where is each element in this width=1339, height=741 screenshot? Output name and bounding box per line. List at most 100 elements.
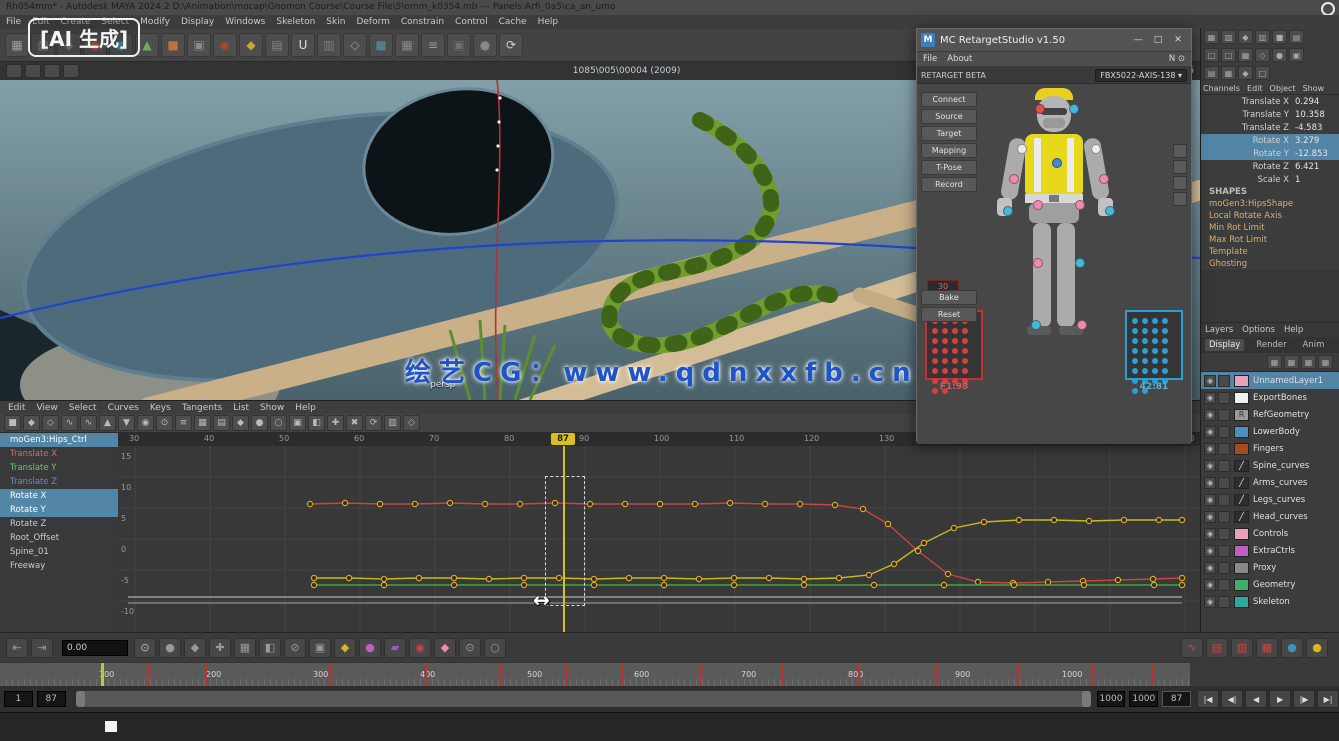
- keyframe[interactable]: [832, 502, 837, 507]
- layer-color-chip[interactable]: [1234, 562, 1249, 574]
- playback-icon[interactable]: ●: [359, 638, 381, 658]
- keyframe[interactable]: [1045, 579, 1050, 584]
- keyframe[interactable]: [587, 501, 592, 506]
- layer-menu-item[interactable]: Options: [1242, 325, 1275, 335]
- command-line-bar[interactable]: [0, 712, 1339, 741]
- layer-playback-toggle[interactable]: [1218, 392, 1230, 404]
- layer-row[interactable]: ◉Proxy: [1201, 559, 1339, 576]
- retarget-button[interactable]: Reset: [921, 307, 977, 322]
- joint-marker[interactable]: [1035, 104, 1045, 114]
- layer-visibility-toggle[interactable]: ◉: [1204, 477, 1216, 489]
- keyframe[interactable]: [416, 575, 421, 580]
- layer-row[interactable]: ◉ExtraCtrls: [1201, 542, 1339, 559]
- retarget-menu-file[interactable]: File: [923, 54, 937, 64]
- dock-icon[interactable]: ▧: [1221, 30, 1236, 44]
- keyframe[interactable]: [381, 582, 386, 587]
- layer-visibility-toggle[interactable]: ◉: [1204, 494, 1216, 506]
- preset-dropdown[interactable]: FBX5022-AXIS-138 ▾: [1095, 69, 1187, 82]
- layer-playback-toggle[interactable]: [1218, 562, 1230, 574]
- keyframe[interactable]: [377, 501, 382, 506]
- layer-row[interactable]: ◉Skeleton: [1201, 593, 1339, 610]
- dock-icon[interactable]: ◆: [1238, 66, 1253, 80]
- graph-toolbar-icon[interactable]: ◆: [232, 415, 249, 431]
- dock-icon[interactable]: ■: [1272, 30, 1287, 44]
- layer-playback-toggle[interactable]: [1218, 511, 1230, 523]
- layer-toolbar-icon[interactable]: ▦: [1301, 355, 1316, 369]
- layer-toolbar-icon[interactable]: ▦: [1284, 355, 1299, 369]
- channel-row[interactable]: Rotate Z6.421: [1201, 160, 1339, 173]
- keyframe[interactable]: [1179, 517, 1184, 522]
- retarget-button[interactable]: Target: [921, 126, 977, 141]
- minimize-button[interactable]: —: [1129, 33, 1147, 48]
- playback-icon[interactable]: ▣: [309, 638, 331, 658]
- tool-mini-button-2[interactable]: [1173, 160, 1187, 174]
- channel-row[interactable]: Translate Y10.358: [1201, 108, 1339, 121]
- grid-toggle-icon[interactable]: [25, 64, 41, 78]
- channel-box-tab[interactable]: Channels: [1203, 84, 1240, 93]
- keyframe[interactable]: [311, 582, 316, 587]
- shelf-tool-icon[interactable]: ◇: [343, 33, 367, 57]
- keyframe[interactable]: [762, 501, 767, 506]
- joint-marker[interactable]: [1003, 206, 1013, 216]
- layer-playback-toggle[interactable]: [1218, 545, 1230, 557]
- layer-row[interactable]: ◉LowerBody: [1201, 423, 1339, 440]
- playback-icon[interactable]: ⇤: [6, 638, 28, 658]
- channel-row[interactable]: Translate X0.294: [1201, 95, 1339, 108]
- ghosting-icon[interactable]: ●: [1281, 638, 1303, 658]
- menu-item[interactable]: Control: [455, 17, 488, 27]
- graph-toolbar-icon[interactable]: ▥: [384, 415, 401, 431]
- dock-icon[interactable]: ◇: [1255, 48, 1270, 62]
- channel-value[interactable]: 0.294: [1295, 97, 1339, 107]
- layer-playback-toggle[interactable]: [1218, 460, 1230, 472]
- joint-marker[interactable]: [1091, 144, 1101, 154]
- channel-value[interactable]: 3.279: [1295, 136, 1339, 146]
- layer-visibility-toggle[interactable]: ◉: [1204, 562, 1216, 574]
- retarget-button[interactable]: Bake: [921, 290, 977, 305]
- graph-toolbar-icon[interactable]: ○: [270, 415, 287, 431]
- menu-item[interactable]: Deform: [356, 17, 389, 27]
- keyframe[interactable]: [866, 572, 871, 577]
- transport-button[interactable]: |▶: [1293, 690, 1315, 708]
- command-input-caret[interactable]: [105, 721, 117, 732]
- keyframe[interactable]: [1151, 582, 1156, 587]
- dock-icon[interactable]: ▦: [1221, 66, 1236, 80]
- time-field[interactable]: 0.00: [62, 640, 128, 656]
- layer-visibility-toggle[interactable]: ◉: [1204, 443, 1216, 455]
- layer-row[interactable]: ◉RRefGeometry: [1201, 406, 1339, 423]
- playback-icon[interactable]: ✚: [209, 638, 231, 658]
- layer-color-chip[interactable]: ╱: [1234, 494, 1249, 506]
- playback-end-field[interactable]: 1000: [1097, 691, 1126, 707]
- keyframe[interactable]: [945, 571, 950, 576]
- layer-toolbar-icon[interactable]: ▦: [1318, 355, 1333, 369]
- keyframe[interactable]: [860, 506, 865, 511]
- keyframe[interactable]: [941, 582, 946, 587]
- channel-row[interactable]: Rotate Y-12.853: [1201, 147, 1339, 160]
- transport-button[interactable]: |◀: [1197, 690, 1219, 708]
- layer-menu-item[interactable]: Help: [1284, 325, 1303, 335]
- tool-mini-button-3[interactable]: [1173, 176, 1187, 190]
- channel-row[interactable]: Rotate X3.279: [1201, 134, 1339, 147]
- keyframe[interactable]: [727, 500, 732, 505]
- graph-toolbar-icon[interactable]: ∿: [80, 415, 97, 431]
- channel-value[interactable]: 1: [1295, 175, 1339, 185]
- shelf-tool-icon[interactable]: ▣: [447, 33, 471, 57]
- layer-row[interactable]: ◉╱Spine_curves: [1201, 457, 1339, 474]
- layer-visibility-toggle[interactable]: ◉: [1204, 511, 1216, 523]
- layer-color-chip[interactable]: ╱: [1234, 460, 1249, 472]
- graph-toolbar-icon[interactable]: ◇: [42, 415, 59, 431]
- graph-toolbar-icon[interactable]: ◉: [137, 415, 154, 431]
- graph-toolbar-icon[interactable]: ✖: [346, 415, 363, 431]
- channel-row[interactable]: Translate Z-4.583: [1201, 121, 1339, 134]
- right-sensor-grid[interactable]: [1125, 310, 1183, 380]
- joint-marker[interactable]: [1033, 258, 1043, 268]
- joint-marker[interactable]: [1075, 258, 1085, 268]
- keyframe[interactable]: [486, 576, 491, 581]
- keyframe[interactable]: [591, 576, 596, 581]
- graph-channel-item[interactable]: Spine_01: [0, 545, 118, 559]
- transport-button[interactable]: ▶: [1269, 690, 1291, 708]
- layer-row[interactable]: ◉Geometry: [1201, 576, 1339, 593]
- keyframe[interactable]: [346, 575, 351, 580]
- character-preview[interactable]: [977, 88, 1133, 388]
- range-handle-left[interactable]: [76, 691, 85, 707]
- keyframe[interactable]: [311, 575, 316, 580]
